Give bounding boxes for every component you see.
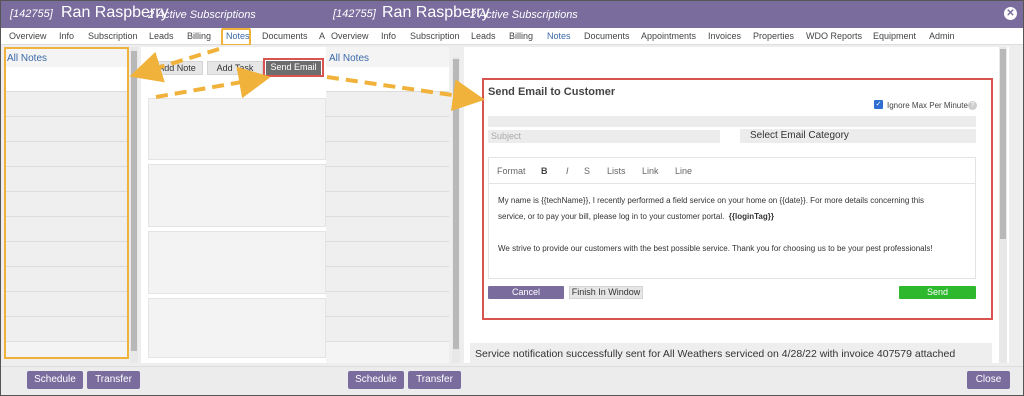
list-item[interactable]	[326, 242, 449, 267]
tab-billing[interactable]: Billing	[187, 31, 211, 41]
list-item[interactable]	[326, 317, 449, 342]
bold-button[interactable]: B	[541, 166, 548, 176]
tab-leads[interactable]: Leads	[149, 31, 174, 41]
left-tab-bar: Overview Info Subscription Leads Billing…	[1, 28, 326, 45]
scrollbar-thumb[interactable]	[453, 59, 459, 349]
customer-id: [142755]	[333, 8, 376, 20]
list-item[interactable]	[326, 142, 449, 167]
body-line: service, or to pay your bill, please log…	[498, 209, 968, 224]
send-email-dialog: Send Email to Customer ✓ Ignore Max Per …	[482, 78, 993, 320]
left-customer-header: [142755] Ran Raspberry 2 Active Subscrip…	[1, 1, 326, 28]
close-icon[interactable]: ✕	[1004, 7, 1017, 20]
tab-properties[interactable]: Properties	[753, 31, 794, 41]
tab-documents[interactable]: Documents	[584, 31, 630, 41]
note-card[interactable]	[148, 298, 326, 358]
tab-leads[interactable]: Leads	[471, 31, 496, 41]
list-item[interactable]	[326, 292, 449, 317]
note-card[interactable]	[148, 164, 326, 227]
body-line: My name is {{techName}}, I recently perf…	[498, 196, 925, 205]
notes-list-highlight	[4, 47, 129, 359]
list-item[interactable]	[326, 167, 449, 192]
add-task-button[interactable]: Add Task	[207, 61, 263, 75]
cancel-button[interactable]: Cancel	[488, 286, 564, 299]
lists-button[interactable]: Lists	[607, 166, 626, 176]
add-note-button[interactable]: Add Note	[151, 61, 203, 75]
tab-notes[interactable]: Notes	[547, 31, 571, 41]
login-tag: {{loginTag}}	[728, 212, 774, 221]
email-category-select[interactable]: Select Email Category	[740, 129, 976, 143]
tab-subscription[interactable]: Subscription	[88, 31, 138, 41]
tab-billing[interactable]: Billing	[509, 31, 533, 41]
format-button[interactable]: Format	[497, 166, 526, 176]
line-button[interactable]: Line	[675, 166, 692, 176]
list-item[interactable]	[326, 217, 449, 242]
tab-invoices[interactable]: Invoices	[708, 31, 741, 41]
content-scrollbar[interactable]	[999, 47, 1007, 363]
dialog-title: Send Email to Customer	[488, 86, 616, 98]
list-item[interactable]	[326, 117, 449, 142]
screenshot-frame: [142755] Ran Raspberry 2 Active Subscrip…	[0, 0, 1024, 396]
all-notes-header[interactable]: All Notes	[329, 53, 369, 64]
link-button[interactable]: Link	[642, 166, 659, 176]
note-card[interactable]	[148, 231, 326, 294]
italic-button[interactable]: I	[566, 166, 569, 176]
list-item[interactable]	[326, 92, 449, 117]
schedule-button[interactable]: Schedule	[27, 371, 83, 389]
tab-overview[interactable]: Overview	[9, 31, 47, 41]
ignore-max-checkbox[interactable]: ✓	[874, 100, 883, 109]
send-email-highlight	[263, 58, 324, 77]
schedule-button[interactable]: Schedule	[348, 371, 404, 389]
finish-in-window-button[interactable]: Finish In Window	[569, 286, 643, 299]
tab-truncated[interactable]: A	[319, 31, 325, 41]
scrollbar-thumb[interactable]	[131, 51, 137, 351]
note-card[interactable]	[148, 98, 326, 160]
tab-overview[interactable]: Overview	[331, 31, 369, 41]
strike-button[interactable]: S	[584, 166, 590, 176]
send-button[interactable]: Send	[899, 286, 976, 299]
transfer-button[interactable]: Transfer	[87, 371, 140, 389]
customer-id: [142755]	[10, 8, 53, 20]
top-field[interactable]	[488, 116, 976, 127]
editor-toolbar: Format B I S Lists Link Line	[488, 157, 976, 184]
scrollbar-thumb[interactable]	[1000, 49, 1006, 239]
tab-admin[interactable]: Admin	[929, 31, 955, 41]
service-notification: Service notification successfully sent f…	[470, 343, 992, 365]
left-list-scrollbar[interactable]	[130, 47, 138, 363]
body-line: We strive to provide our customers with …	[498, 244, 933, 253]
tab-info[interactable]: Info	[381, 31, 396, 41]
transfer-button[interactable]: Transfer	[408, 371, 461, 389]
right-notes-list: All Notes	[326, 47, 449, 363]
tab-wdo-reports[interactable]: WDO Reports	[806, 31, 862, 41]
list-item[interactable]	[326, 192, 449, 217]
right-customer-header: [142755] Ran Raspberry 2 Active Subscrip…	[326, 1, 1023, 28]
subscription-summary: 2 Active Subscriptions	[470, 9, 578, 21]
right-list-scrollbar[interactable]	[452, 57, 460, 363]
list-item[interactable]	[326, 267, 449, 292]
tab-equipment[interactable]: Equipment	[873, 31, 916, 41]
tab-subscription[interactable]: Subscription	[410, 31, 460, 41]
tab-appointments[interactable]: Appointments	[641, 31, 696, 41]
help-icon[interactable]: ?	[968, 101, 977, 110]
ignore-max-label: Ignore Max Per Minute	[887, 101, 968, 110]
subject-input[interactable]: Subject	[488, 130, 720, 143]
email-body-editor[interactable]: My name is {{techName}}, I recently perf…	[488, 184, 976, 279]
close-button[interactable]: Close	[967, 371, 1010, 389]
subscription-summary: 2 Active Subscriptions	[148, 9, 256, 21]
notes-tab-highlight	[221, 28, 251, 46]
list-item[interactable]	[326, 67, 449, 92]
right-tab-bar: Overview Info Subscription Leads Billing…	[326, 28, 1023, 45]
tab-documents[interactable]: Documents	[262, 31, 308, 41]
tab-info[interactable]: Info	[59, 31, 74, 41]
body-text: service, or to pay your bill, please log…	[498, 212, 725, 221]
